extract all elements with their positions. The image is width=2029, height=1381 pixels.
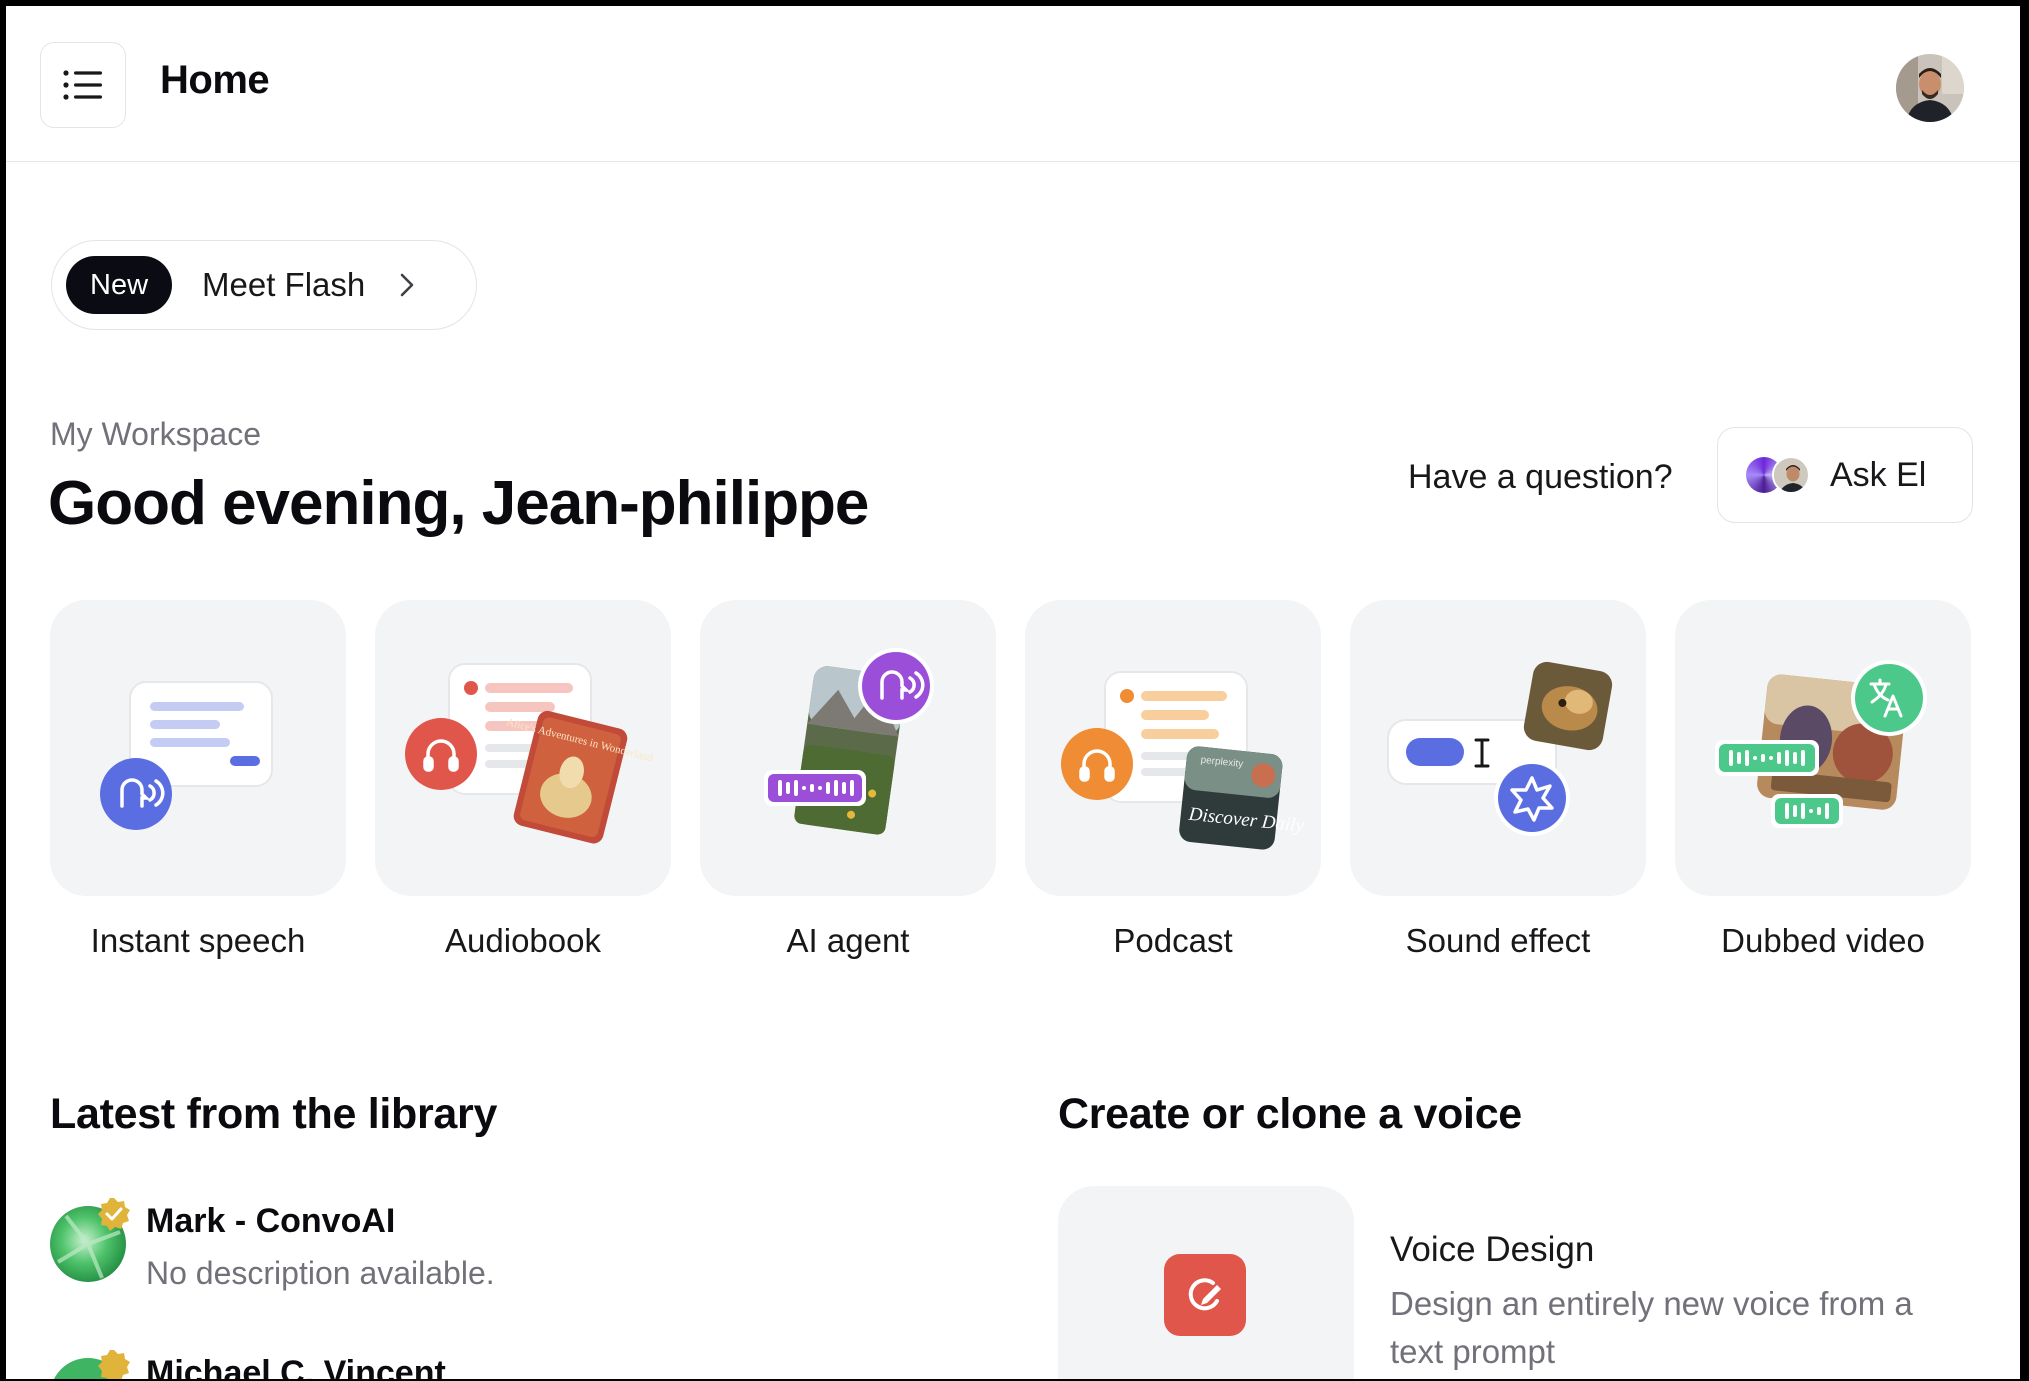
card-label-sound-effect: Sound effect [1405, 922, 1591, 959]
user-photo-icon [1896, 54, 1964, 122]
quick-actions: Instant speech Alice's Adventures in Won… [50, 600, 1971, 960]
dubbed-video-illustration [1715, 660, 1927, 828]
voice-name: Mark - ConvoAI [146, 1202, 396, 1240]
announcement-text: Meet Flash [202, 266, 366, 303]
voice-design-icon[interactable] [1164, 1254, 1246, 1336]
question-prompt: Have a question? [1408, 458, 1673, 496]
library-item[interactable]: Michael C. Vincent [50, 1350, 446, 1379]
create-voice-heading: Create or clone a voice [1058, 1090, 1522, 1138]
instant-speech-illustration [100, 681, 273, 830]
ask-el-button[interactable]: Ask El [1717, 427, 1973, 523]
podcast-tile[interactable]: perplexity Discover Daily [1025, 600, 1321, 896]
instant-speech-tile[interactable] [50, 600, 346, 896]
card-audiobook[interactable]: Alice's Adventures in Wonderland Audiobo… [375, 600, 671, 960]
card-instant-speech[interactable]: Instant speech [50, 600, 346, 960]
card-label-audiobook: Audiobook [445, 922, 601, 959]
ask-el-label: Ask El [1830, 455, 1927, 494]
card-ai-agent[interactable]: AI agent [700, 600, 996, 960]
card-label-dubbed-video: Dubbed video [1721, 922, 1925, 959]
library-item[interactable]: Mark - ConvoAI No description available. [50, 1198, 495, 1292]
app-window: Home New Meet Flash My Workspace Good ev… [6, 6, 2020, 1379]
ai-agent-tile[interactable] [700, 600, 996, 896]
card-label-podcast: Podcast [1113, 922, 1233, 959]
card-dubbed-video[interactable]: Dubbed video [1675, 600, 1971, 960]
greeting-heading: Good evening, Jean-philippe [48, 469, 869, 538]
voice-avatar [50, 1350, 130, 1379]
pen-voice-icon [1188, 1278, 1221, 1311]
voice-name: Michael C. Vincent [146, 1354, 446, 1379]
card-sound-effect[interactable]: Sound effect [1350, 600, 1646, 960]
audiobook-illustration: Alice's Adventures in Wonderland [405, 663, 655, 844]
user-avatar[interactable] [1896, 54, 1964, 122]
voice-design-title[interactable]: Voice Design [1390, 1230, 1594, 1270]
library-heading: Latest from the library [50, 1090, 498, 1138]
announcement-pill[interactable]: New Meet Flash [51, 240, 477, 330]
page-title: Home [160, 58, 270, 102]
verified-badge-icon [98, 1350, 130, 1379]
new-badge: New [66, 256, 173, 314]
chevron-right-icon [399, 272, 415, 298]
voice-description: No description available. [146, 1255, 495, 1291]
top-header: Home [6, 6, 2020, 162]
menu-button[interactable] [40, 42, 126, 128]
sound-effect-illustration [1387, 661, 1613, 836]
voice-design-description: Design an entirely new voice from a text… [1390, 1285, 1913, 1370]
dubbed-video-tile[interactable] [1675, 600, 1971, 896]
ai-agent-illustration [764, 648, 934, 835]
menu-list-icon [63, 70, 102, 100]
sound-effect-tile[interactable] [1350, 600, 1646, 896]
verified-badge-icon [98, 1198, 130, 1231]
audiobook-tile[interactable]: Alice's Adventures in Wonderland [375, 600, 671, 896]
voice-avatar [50, 1198, 130, 1282]
workspace-label: My Workspace [50, 416, 262, 452]
podcast-illustration: perplexity Discover Daily [1061, 671, 1305, 850]
card-label-ai-agent: AI agent [786, 922, 910, 959]
card-label-instant-speech: Instant speech [90, 922, 306, 959]
card-podcast[interactable]: perplexity Discover Daily Podcast [1025, 600, 1321, 960]
assistant-avatar [1772, 456, 1810, 494]
